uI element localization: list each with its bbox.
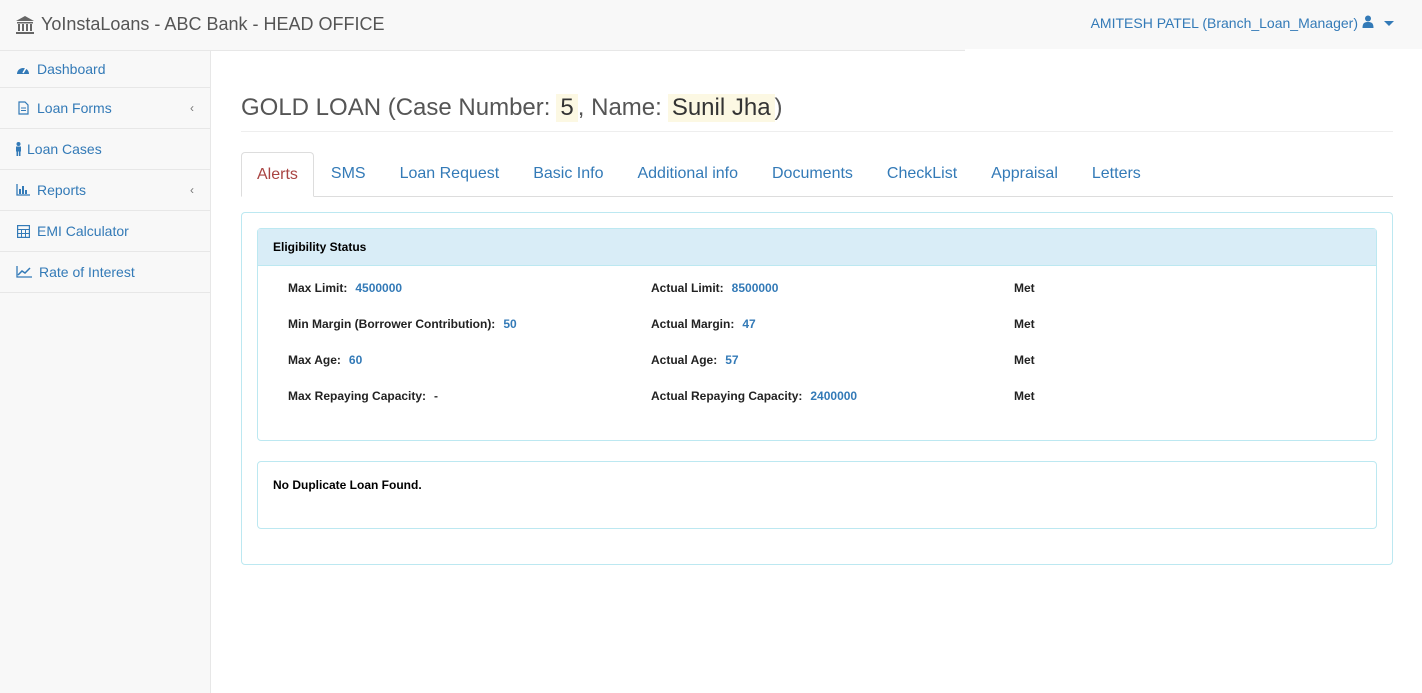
tab-letters[interactable]: Letters — [1075, 152, 1158, 196]
eligibility-heading: Eligibility Status — [258, 229, 1376, 266]
tab-bar: Alerts SMS Loan Request Basic Info Addit… — [241, 152, 1393, 197]
bar-chart-icon — [16, 183, 30, 197]
max-limit-label: Max Limit: — [288, 281, 348, 295]
user-icon — [1362, 15, 1374, 31]
name-separator: , Name: — [577, 94, 662, 121]
alerts-tab-content: Eligibility Status Max Limit: 4500000 Act… — [241, 212, 1393, 565]
sidebar: Dashboard Loan Forms ‹ Loan Cases Report… — [0, 51, 211, 693]
min-margin-label: Min Margin (Borrower Contribution): — [288, 317, 496, 331]
case-number: 5 — [556, 94, 578, 122]
sidebar-item-reports[interactable]: Reports ‹ — [0, 170, 210, 211]
main-content: GOLD LOAN (Case Number: 5 , Name: Sunil … — [241, 51, 1393, 565]
sidebar-item-dashboard[interactable]: Dashboard — [0, 51, 210, 88]
actual-margin-value: 47 — [742, 317, 756, 331]
sidebar-item-label: Dashboard — [37, 61, 106, 77]
age-status: Met — [1014, 353, 1035, 367]
tab-loan-request[interactable]: Loan Request — [383, 152, 517, 196]
title-prefix: GOLD LOAN (Case Number: — [241, 94, 551, 121]
sidebar-item-label: Rate of Interest — [39, 264, 135, 280]
person-icon — [14, 142, 22, 156]
actual-repaying-label: Actual Repaying Capacity: — [651, 389, 803, 403]
actual-age-label: Actual Age: — [651, 353, 718, 367]
chevron-left-icon: ‹ — [190, 101, 194, 115]
max-age-value: 60 — [348, 353, 363, 367]
borrower-name: Sunil Jha — [667, 94, 775, 122]
tab-sms[interactable]: SMS — [314, 152, 383, 196]
calculator-icon — [16, 224, 30, 238]
tab-appraisal[interactable]: Appraisal — [974, 152, 1075, 196]
eligibility-row: Max Limit: 4500000 Actual Limit: 8500000 M… — [288, 281, 1361, 317]
actual-limit-value: 8500000 — [731, 281, 779, 295]
sidebar-item-loan-forms[interactable]: Loan Forms ‹ — [0, 88, 210, 129]
brand[interactable]: YoInstaLoans - ABC Bank - HEAD OFFICE — [15, 14, 384, 35]
line-chart-icon — [16, 265, 32, 279]
file-icon — [16, 101, 30, 115]
chevron-left-icon: ‹ — [190, 183, 194, 197]
eligibility-row: Min Margin (Borrower Contribution): 50 Ac… — [288, 317, 1361, 353]
title-suffix: ) — [774, 94, 783, 121]
sidebar-item-rate-of-interest[interactable]: Rate of Interest — [0, 252, 210, 293]
eligibility-row: Max Age: 60 Actual Age: 57 Met — [288, 353, 1361, 389]
max-repaying-label: Max Repaying Capacity: — [288, 389, 427, 403]
max-repaying-value: - — [434, 389, 439, 403]
sidebar-item-label: Reports — [37, 182, 87, 198]
max-limit-value: 4500000 — [355, 281, 403, 295]
dashboard-icon — [16, 62, 30, 76]
bank-icon — [15, 15, 35, 35]
sidebar-item-label: Loan Cases — [27, 141, 102, 157]
actual-limit-label: Actual Limit: — [651, 281, 724, 295]
duplicate-message: No Duplicate Loan Found. — [273, 478, 422, 492]
user-name: AMITESH PATEL (Branch_Loan_Manager) — [1090, 15, 1358, 31]
tab-additional-info[interactable]: Additional info — [620, 152, 755, 196]
max-age-label: Max Age: — [288, 353, 341, 367]
sidebar-item-label: Loan Forms — [37, 100, 112, 116]
brand-title: YoInstaLoans - ABC Bank - HEAD OFFICE — [41, 14, 385, 34]
page-title: GOLD LOAN (Case Number: 5 , Name: Sunil … — [241, 94, 1393, 132]
sidebar-item-label: EMI Calculator — [37, 223, 129, 239]
margin-status: Met — [1014, 317, 1035, 331]
duplicate-loan-panel: No Duplicate Loan Found. — [257, 461, 1377, 529]
sidebar-item-loan-cases[interactable]: Loan Cases — [0, 129, 210, 170]
eligibility-panel: Eligibility Status Max Limit: 4500000 Act… — [257, 228, 1377, 441]
tab-alerts[interactable]: Alerts — [241, 152, 314, 197]
actual-margin-label: Actual Margin: — [651, 317, 735, 331]
actual-age-value: 57 — [725, 353, 739, 367]
tab-basic-info[interactable]: Basic Info — [516, 152, 620, 196]
repaying-status: Met — [1014, 389, 1035, 403]
top-navbar: YoInstaLoans - ABC Bank - HEAD OFFICE AM… — [0, 0, 1422, 51]
tab-documents[interactable]: Documents — [755, 152, 870, 196]
user-menu[interactable]: AMITESH PATEL (Branch_Loan_Manager) — [1091, 15, 1394, 31]
sidebar-item-emi-calculator[interactable]: EMI Calculator — [0, 211, 210, 252]
actual-repaying-value: 2400000 — [810, 389, 858, 403]
eligibility-row: Max Repaying Capacity: - Actual Repaying … — [288, 389, 1361, 425]
eligibility-body: Max Limit: 4500000 Actual Limit: 8500000 M… — [258, 266, 1376, 440]
chevron-down-icon — [1384, 20, 1394, 26]
limit-status: Met — [1014, 281, 1035, 295]
min-margin-value: 50 — [503, 317, 517, 331]
tab-checklist[interactable]: CheckList — [870, 152, 974, 196]
